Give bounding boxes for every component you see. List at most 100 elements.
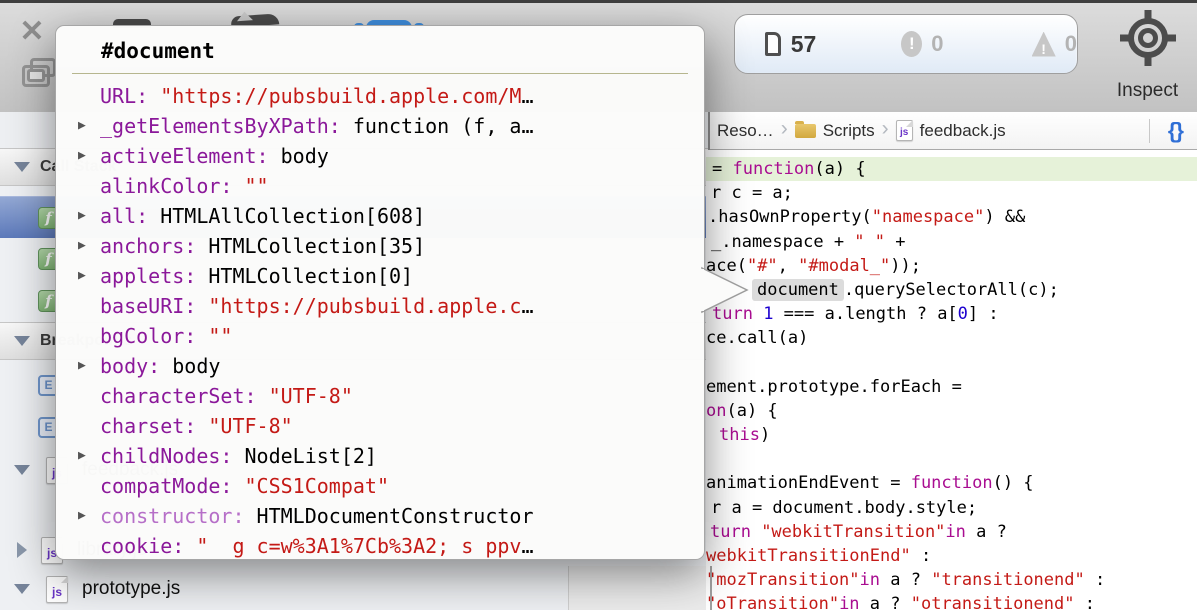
code-line: r c = a;: [706, 181, 1197, 205]
code-line: webkitTransitionEnd" :: [706, 544, 1197, 568]
file-name: prototype.js: [82, 578, 180, 600]
property-row[interactable]: ▶all: HTMLAllCollection[608]: [100, 201, 704, 231]
code-token: ] :: [968, 304, 999, 324]
property-row[interactable]: ▶applets: HTMLCollection[0]: [100, 261, 704, 291]
code-token: "#": [747, 256, 778, 276]
code-token: r a = document.body.style;: [711, 498, 977, 518]
property-row[interactable]: ▶childNodes: NodeList[2]: [100, 441, 704, 471]
property-value: HTMLAllCollection[608]: [160, 204, 425, 228]
property-row[interactable]: baseURI: "https://pubsbuild.apple.c…: [100, 291, 704, 321]
popover-property-list: URL: "https://pubsbuild.apple.com/M…▶_ge…: [56, 81, 704, 560]
code-line: ce.call(a): [706, 326, 1197, 350]
sidebar-divider: [708, 112, 710, 150]
property-row[interactable]: URL: "https://pubsbuild.apple.com/M…: [100, 81, 704, 111]
code-token: on: [706, 401, 726, 421]
code-token: r c = a;: [711, 183, 793, 203]
breadcrumb-item-file[interactable]: feedback.js: [920, 121, 1006, 141]
breadcrumb-divider: [1149, 119, 1150, 143]
document-object-popover[interactable]: #document URL: "https://pubsbuild.apple.…: [55, 25, 705, 560]
property-row[interactable]: ▶body: body: [100, 351, 704, 381]
property-row[interactable]: characterSet: "UTF-8": [100, 381, 704, 411]
property-row[interactable]: ▶constructor: HTMLDocumentConstructor: [100, 501, 704, 531]
code-line: [706, 447, 1197, 471]
error-count-icon: !: [901, 31, 922, 57]
pretty-print-button[interactable]: {}: [1168, 118, 1183, 144]
dock-to-window-icon[interactable]: [22, 65, 50, 87]
code-token: a ?: [880, 570, 931, 590]
popover-title: #document: [101, 39, 704, 63]
property-value: "UTF-8": [208, 414, 292, 438]
property-name: anchors:: [100, 234, 208, 258]
code-token: .querySelectorAll(c);: [844, 280, 1059, 300]
js-file-icon: js: [46, 576, 68, 603]
ellipsis: …: [521, 534, 533, 558]
popover-beak: [699, 266, 751, 314]
code-token: function: [911, 473, 993, 493]
code-line: r a = document.body.style;: [706, 496, 1197, 520]
property-row[interactable]: cookie: " g c=w%3A1%7Cb%3A2; s ppv…: [100, 531, 704, 560]
property-value: "CSS1Compat": [245, 474, 390, 498]
property-row[interactable]: alinkColor: "": [100, 171, 704, 201]
activity-badge-group[interactable]: 57 ! 0 ! 0: [734, 14, 1078, 74]
code-line: this): [706, 423, 1197, 447]
breadcrumb-item-scripts[interactable]: Scripts: [823, 121, 875, 141]
code-token: "webkitTransition": [761, 522, 945, 542]
chevron-right-icon[interactable]: [17, 542, 27, 558]
property-row[interactable]: ▶anchors: HTMLCollection[35]: [100, 231, 704, 261]
property-row[interactable]: compatMode: "CSS1Compat": [100, 471, 704, 501]
chevron-down-icon[interactable]: [14, 584, 30, 594]
code-token: in: [945, 522, 965, 542]
property-value: "https://pubsbuild.apple.com/M: [160, 84, 521, 108]
code-line: [706, 351, 1197, 375]
code-line: animationEndEvent = function() {: [706, 471, 1197, 495]
resource-count-icon: [765, 32, 781, 56]
source-code-editor[interactable]: = function(a) {r c = a;.hasOwnProperty("…: [706, 150, 1197, 610]
breadcrumb: Reso… › Scripts › js feedback.js {}: [710, 112, 1197, 150]
code-token: (a) {: [726, 401, 777, 421]
code-token: +: [885, 232, 905, 252]
disclosure-arrow-icon[interactable]: ▶: [78, 501, 86, 531]
property-row[interactable]: ▶_getElementsByXPath: function (f, a…: [100, 111, 704, 141]
inspect-label: Inspect: [1100, 80, 1195, 102]
code-token: _.namespace +: [711, 232, 854, 252]
code-token: in: [860, 570, 880, 590]
code-line: on(a) {: [706, 399, 1197, 423]
code-token: (a) {: [814, 159, 865, 179]
property-row[interactable]: ▶activeElement: body: [100, 141, 704, 171]
sidebar-divider: [710, 566, 712, 610]
disclosure-arrow-icon[interactable]: ▶: [78, 141, 86, 171]
code-token: a ?: [860, 594, 911, 610]
chevron-down-icon[interactable]: [14, 336, 30, 346]
code-token: ));: [890, 256, 921, 276]
ellipsis: …: [521, 114, 533, 138]
code-token: webkitTransitionEnd": [706, 546, 911, 566]
property-value: NodeList[2]: [245, 444, 377, 468]
property-value: HTMLCollection[35]: [208, 234, 425, 258]
disclosure-arrow-icon[interactable]: ▶: [78, 111, 86, 141]
disclosure-arrow-icon[interactable]: ▶: [78, 261, 86, 291]
code-token: turn: [710, 522, 761, 542]
code-token: a ?: [966, 522, 1007, 542]
warning-count-icon: !: [1032, 32, 1056, 57]
property-row[interactable]: charset: "UTF-8": [100, 411, 704, 441]
disclosure-arrow-icon[interactable]: ▶: [78, 351, 86, 381]
chevron-down-icon[interactable]: [14, 465, 30, 475]
property-row[interactable]: bgColor: "": [100, 321, 704, 351]
inspect-button[interactable]: Inspect: [1100, 7, 1195, 102]
code-line: turn "webkitTransition"in a ?: [706, 520, 1197, 544]
breadcrumb-item-resources[interactable]: Reso…: [717, 121, 774, 141]
highlighted-token[interactable]: document: [752, 279, 844, 301]
property-value: body: [172, 354, 220, 378]
property-value: HTMLCollection[0]: [208, 264, 413, 288]
crosshair-icon: [1117, 7, 1179, 73]
code-token: ,: [778, 256, 798, 276]
code-token: :: [1075, 594, 1095, 610]
disclosure-arrow-icon[interactable]: ▶: [78, 441, 86, 471]
code-token: "otransitionend": [911, 594, 1075, 610]
property-value: "https://pubsbuild.apple.c: [208, 294, 521, 318]
close-icon[interactable]: ✕: [16, 17, 48, 49]
code-line: document.querySelectorAll(c);: [706, 278, 1197, 302]
disclosure-arrow-icon[interactable]: ▶: [78, 201, 86, 231]
disclosure-arrow-icon[interactable]: ▶: [78, 231, 86, 261]
chevron-down-icon[interactable]: [14, 162, 30, 172]
